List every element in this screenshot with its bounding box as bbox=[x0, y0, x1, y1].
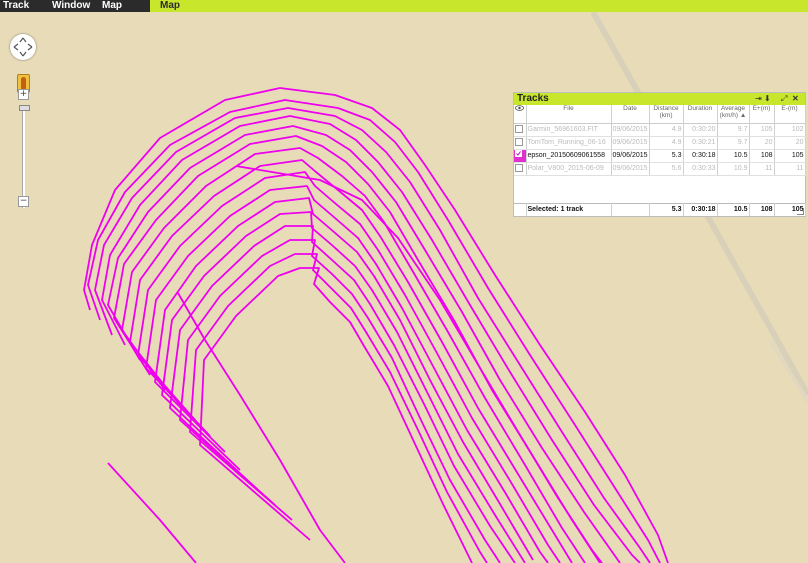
col-eplus[interactable]: E+(m) bbox=[749, 105, 775, 124]
cell-file: Garmin_56961603.FIT bbox=[526, 123, 612, 137]
track-line bbox=[107, 462, 197, 563]
cell-duration: 0:30:33 bbox=[683, 162, 718, 176]
track-line bbox=[199, 267, 473, 563]
zoom-out-button[interactable]: − bbox=[18, 196, 29, 207]
zoom-slider-track[interactable] bbox=[22, 111, 25, 208]
tracks-panel-title: Tracks bbox=[517, 93, 549, 104]
cell-distance: 4.9 bbox=[649, 123, 684, 137]
menu-track[interactable]: Track bbox=[3, 0, 29, 12]
summary-duration: 0:30:18 bbox=[683, 203, 718, 216]
cell-date: 09/06/2015 bbox=[611, 123, 650, 137]
col-date[interactable]: Date bbox=[611, 105, 650, 124]
zoom-in-button[interactable]: + bbox=[18, 89, 29, 100]
resize-grip[interactable] bbox=[797, 208, 804, 215]
cell-duration: 0:30:18 bbox=[683, 149, 718, 163]
tab-map[interactable]: Map bbox=[160, 0, 180, 12]
cell-eminus: 102 bbox=[774, 123, 806, 137]
first-page-icon[interactable]: ⇥ bbox=[755, 94, 762, 103]
col-duration[interactable]: Duration bbox=[683, 105, 718, 124]
summary-eplus: 108 bbox=[749, 203, 775, 216]
tracks-panel: Tracks ⇥ ⬇ ⤢ ✕ File Date Distance (km) D… bbox=[513, 92, 806, 217]
tracks-panel-header: Tracks ⇥ ⬇ ⤢ ✕ bbox=[514, 93, 805, 105]
table-row[interactable]: Garmin_56961603.FIT 09/06/2015 4.9 0:30:… bbox=[514, 123, 806, 137]
menu-window[interactable]: Window bbox=[52, 0, 90, 12]
cell-eplus: 20 bbox=[749, 136, 775, 150]
summary-average: 10.5 bbox=[717, 203, 750, 216]
cell-date: 09/06/2015 bbox=[611, 136, 650, 150]
maximize-icon[interactable]: ⤢ bbox=[781, 94, 787, 103]
visibility-eye-icon[interactable] bbox=[514, 105, 527, 124]
cell-eplus: 105 bbox=[749, 123, 775, 137]
summary-row: Selected: 1 track 5.3 0:30:18 10.5 108 1… bbox=[514, 203, 806, 216]
summary-distance: 5.3 bbox=[649, 203, 684, 216]
track-line bbox=[169, 225, 516, 563]
download-icon[interactable]: ⬇ bbox=[764, 94, 771, 103]
cell-duration: 0:30:21 bbox=[683, 136, 718, 150]
road-line-2 bbox=[768, 338, 808, 404]
table-row[interactable]: Polar_V800_2015-06-09 09/06/2015 5.6 0:3… bbox=[514, 162, 806, 176]
cell-duration: 0:30:20 bbox=[683, 123, 718, 137]
col-distance[interactable]: Distance (km) bbox=[649, 105, 684, 124]
tracks-summary: Selected: 1 track 5.3 0:30:18 10.5 108 1… bbox=[514, 203, 806, 216]
cell-average: 9.7 bbox=[717, 136, 750, 150]
cell-average: 10.5 bbox=[717, 149, 750, 163]
cell-file: Polar_V800_2015-06-09 bbox=[526, 162, 612, 176]
cell-date: 09/06/2015 bbox=[611, 149, 650, 163]
tracks-table: File Date Distance (km) Duration Average… bbox=[514, 105, 806, 176]
cell-file: epson_20150609061558 bbox=[526, 149, 612, 163]
cell-eminus: 105 bbox=[774, 149, 806, 163]
cell-eminus: 11 bbox=[774, 162, 806, 176]
pan-control[interactable] bbox=[10, 34, 36, 60]
cell-eplus: 108 bbox=[749, 149, 775, 163]
cell-distance: 5.6 bbox=[649, 162, 684, 176]
col-eminus[interactable]: E-(m) bbox=[774, 105, 806, 124]
track-line bbox=[161, 211, 526, 563]
row-checkbox[interactable] bbox=[514, 162, 527, 176]
menu-left-area: Track Window Map bbox=[0, 0, 150, 12]
col-average[interactable]: Average (km/h) ▲ bbox=[717, 105, 750, 124]
table-row[interactable]: TomTom_Running_06-16 09/06/2015 4.9 0:30… bbox=[514, 136, 806, 150]
table-row-selected[interactable]: epson_20150609061558 09/06/2015 5.3 0:30… bbox=[514, 149, 806, 163]
cell-distance: 5.3 bbox=[649, 149, 684, 163]
row-checkbox-checked[interactable] bbox=[514, 149, 527, 163]
menu-bar: Track Window Map Map bbox=[0, 0, 808, 12]
cell-date: 09/06/2015 bbox=[611, 162, 650, 176]
cell-distance: 4.9 bbox=[649, 136, 684, 150]
row-checkbox[interactable] bbox=[514, 123, 527, 137]
checkmark-icon bbox=[515, 150, 522, 157]
cell-average: 9.7 bbox=[717, 123, 750, 137]
track-line bbox=[154, 197, 534, 561]
pan-arrows-icon bbox=[13, 37, 33, 57]
cell-file: TomTom_Running_06-16 bbox=[526, 136, 612, 150]
cell-average: 10.9 bbox=[717, 162, 750, 176]
cell-eplus: 11 bbox=[749, 162, 775, 176]
table-header-row: File Date Distance (km) Duration Average… bbox=[514, 105, 806, 124]
summary-label: Selected: 1 track bbox=[526, 203, 612, 216]
menu-map[interactable]: Map bbox=[102, 0, 122, 12]
col-file[interactable]: File bbox=[526, 105, 612, 124]
track-line bbox=[129, 159, 573, 563]
row-checkbox[interactable] bbox=[514, 136, 527, 150]
close-icon[interactable]: ✕ bbox=[792, 94, 799, 103]
cell-eminus: 20 bbox=[774, 136, 806, 150]
